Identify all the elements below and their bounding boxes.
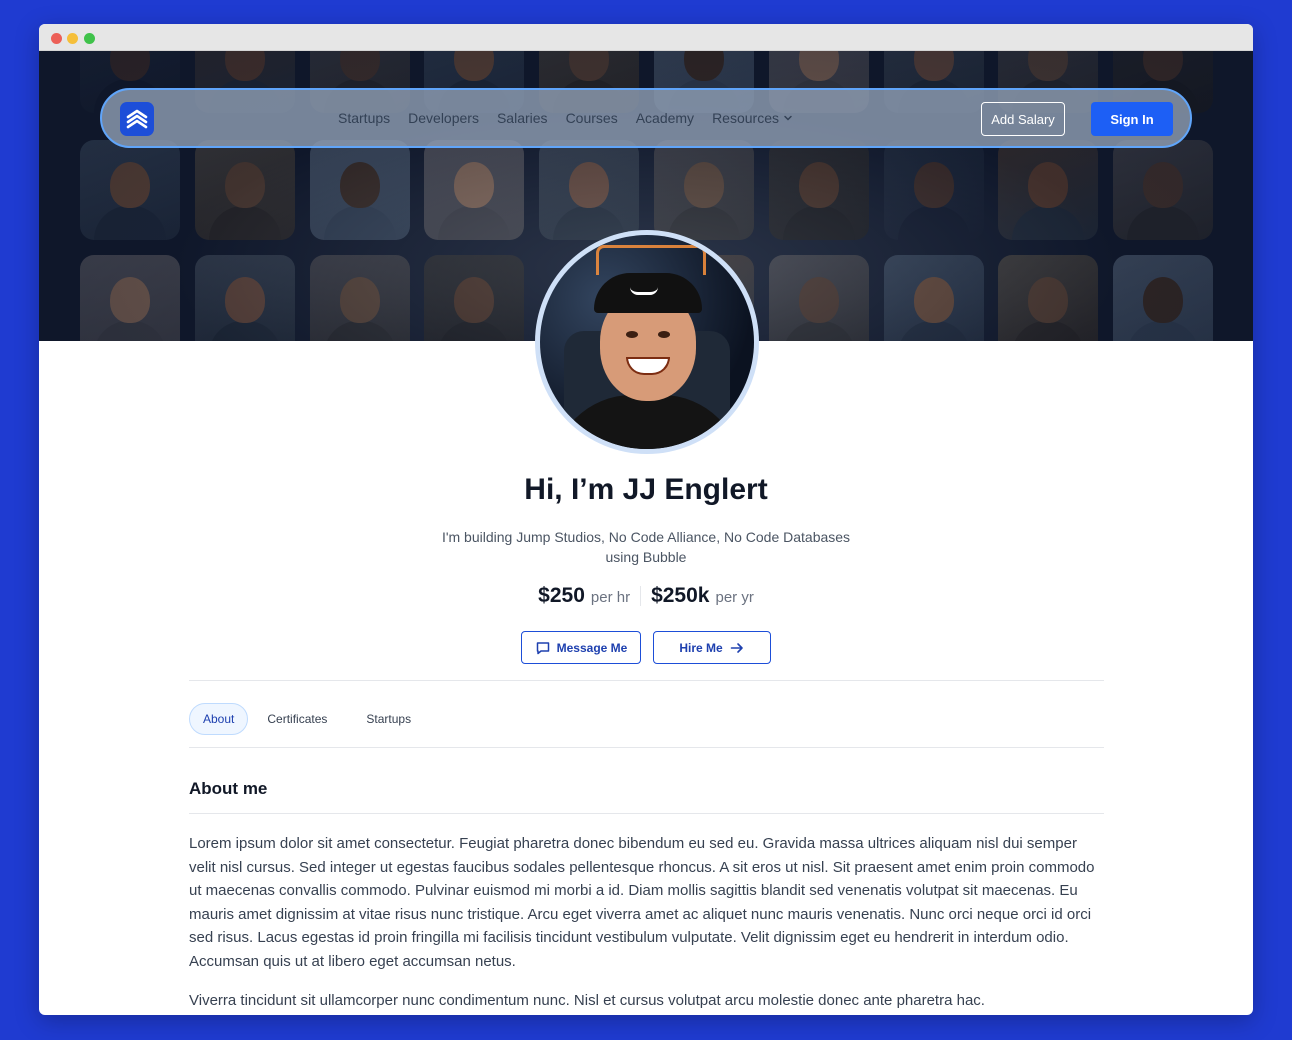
arrow-right-icon bbox=[730, 642, 743, 653]
rate-separator bbox=[640, 586, 642, 606]
profile-avatar bbox=[535, 230, 759, 454]
nav-link-salaries[interactable]: Salaries bbox=[497, 110, 548, 126]
top-navbar: Startups Developers Salaries Courses Aca… bbox=[100, 88, 1192, 148]
tab-about[interactable]: About bbox=[189, 703, 249, 735]
divider-top bbox=[189, 680, 1104, 681]
avatar-neon-sign bbox=[596, 245, 706, 275]
browser-window: Startups Developers Salaries Courses Aca… bbox=[39, 24, 1253, 1015]
minimize-window-dot[interactable] bbox=[67, 33, 78, 44]
add-salary-button[interactable]: Add Salary bbox=[981, 102, 1065, 136]
nav-link-courses[interactable]: Courses bbox=[566, 110, 618, 126]
about-paragraph: Lorem ipsum dolor sit amet consectetur. … bbox=[189, 835, 1095, 970]
yearly-rate-unit: per yr bbox=[715, 589, 754, 606]
profile-name: Hi, I’m JJ Englert bbox=[524, 473, 768, 506]
brand-logo-icon[interactable] bbox=[120, 102, 154, 136]
nav-links: Startups Developers Salaries Courses Aca… bbox=[338, 90, 793, 146]
hourly-rate-unit: per hr bbox=[590, 589, 631, 606]
chat-bubble-icon bbox=[536, 641, 549, 654]
nav-link-resources-label: Resources bbox=[712, 110, 779, 126]
close-window-dot[interactable] bbox=[51, 33, 62, 44]
avatar-photo bbox=[540, 235, 754, 449]
message-me-button[interactable]: Message Me bbox=[521, 631, 641, 664]
avatar-cap-logo bbox=[630, 287, 658, 295]
divider-about bbox=[189, 813, 1104, 814]
avatar-eye-right bbox=[658, 331, 670, 338]
profile-tagline: I'm building Jump Studios, No Code Allia… bbox=[441, 529, 851, 565]
hire-me-button[interactable]: Hire Me bbox=[653, 631, 771, 664]
nav-link-academy[interactable]: Academy bbox=[636, 110, 694, 126]
browser-titlebar bbox=[39, 24, 1253, 51]
yearly-rate-value: $250k bbox=[651, 584, 710, 607]
profile-tabs: About Certificates Startups bbox=[189, 703, 431, 735]
maximize-window-dot[interactable] bbox=[84, 33, 95, 44]
tab-startups[interactable]: Startups bbox=[346, 703, 431, 735]
rates: $250 per hr $250k per yr bbox=[39, 584, 1253, 608]
tab-certificates[interactable]: Certificates bbox=[254, 703, 340, 735]
nav-link-startups[interactable]: Startups bbox=[338, 110, 390, 126]
about-section-title: About me bbox=[189, 779, 268, 798]
message-me-label: Message Me bbox=[556, 640, 628, 655]
chevron-down-icon bbox=[784, 115, 792, 121]
hire-me-label: Hire Me bbox=[679, 640, 723, 655]
about-paragraph: Viverra tincidunt sit ullamcorper nunc c… bbox=[189, 992, 985, 1009]
avatar-eye-left bbox=[626, 331, 638, 338]
nav-link-resources-dropdown[interactable]: Resources bbox=[712, 110, 793, 126]
hourly-rate-value: $250 bbox=[538, 584, 585, 607]
divider-tabs bbox=[189, 747, 1104, 748]
sign-in-button[interactable]: Sign In bbox=[1091, 102, 1173, 136]
nav-link-developers[interactable]: Developers bbox=[408, 110, 479, 126]
